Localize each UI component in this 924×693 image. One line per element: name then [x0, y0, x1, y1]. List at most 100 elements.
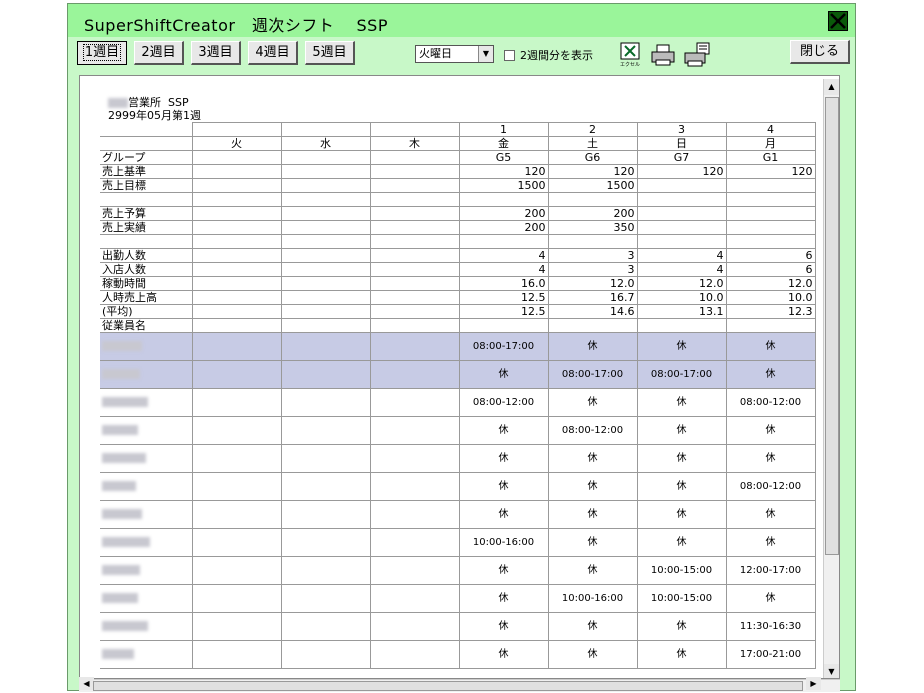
- scroll-down-icon[interactable]: ▼: [824, 664, 839, 678]
- scroll-right-icon[interactable]: ▶: [806, 677, 821, 690]
- shift-cell[interactable]: [369, 584, 460, 613]
- shift-cell[interactable]: 10:00-16:00: [547, 584, 638, 613]
- shift-cell[interactable]: 08:00-17:00: [458, 332, 549, 361]
- shift-cell[interactable]: [191, 640, 282, 669]
- shift-cell[interactable]: [191, 360, 282, 389]
- shift-cell[interactable]: 休: [725, 444, 816, 473]
- tab-week-4[interactable]: 4週目: [248, 41, 298, 65]
- horizontal-scrollbar[interactable]: ◀ ▶: [79, 677, 840, 692]
- shift-cell[interactable]: 休: [547, 500, 638, 529]
- vertical-scroll-thumb[interactable]: [825, 97, 839, 555]
- shift-cell[interactable]: [369, 612, 460, 641]
- shift-cell[interactable]: 12:00-17:00: [725, 556, 816, 585]
- print-icon[interactable]: [650, 42, 676, 68]
- chevron-down-icon[interactable]: ▼: [478, 46, 493, 62]
- shift-cell[interactable]: 休: [458, 500, 549, 529]
- shift-cell[interactable]: 休: [458, 472, 549, 501]
- shift-cell[interactable]: [369, 332, 460, 361]
- window-close-icon[interactable]: [828, 11, 848, 31]
- shift-cell[interactable]: 休: [547, 332, 638, 361]
- shift-cell[interactable]: 休: [636, 416, 727, 445]
- shift-cell[interactable]: [191, 612, 282, 641]
- shift-cell[interactable]: 10:00-15:00: [636, 556, 727, 585]
- scroll-up-icon[interactable]: ▲: [824, 79, 839, 95]
- shift-cell[interactable]: [280, 332, 371, 361]
- shift-cell[interactable]: 休: [547, 388, 638, 417]
- shift-cell[interactable]: [191, 500, 282, 529]
- shift-cell[interactable]: [280, 556, 371, 585]
- shift-cell[interactable]: [369, 416, 460, 445]
- shift-cell[interactable]: [369, 444, 460, 473]
- shift-cell[interactable]: [369, 640, 460, 669]
- horizontal-scroll-thumb[interactable]: [93, 681, 803, 691]
- excel-icon[interactable]: エクセル: [617, 42, 643, 68]
- shift-cell[interactable]: 休: [636, 444, 727, 473]
- shift-cell[interactable]: [280, 444, 371, 473]
- shift-cell[interactable]: 休: [547, 640, 638, 669]
- shift-cell[interactable]: 休: [725, 416, 816, 445]
- shift-cell[interactable]: [369, 556, 460, 585]
- shift-cell[interactable]: [280, 528, 371, 557]
- shift-cell[interactable]: 休: [547, 472, 638, 501]
- shift-cell[interactable]: 休: [725, 360, 816, 389]
- shift-cell[interactable]: [369, 528, 460, 557]
- shift-cell[interactable]: 10:00-15:00: [636, 584, 727, 613]
- shift-cell[interactable]: [369, 388, 460, 417]
- tab-week-2[interactable]: 2週目: [134, 41, 184, 65]
- shift-cell[interactable]: [280, 472, 371, 501]
- shift-cell[interactable]: 08:00-12:00: [458, 388, 549, 417]
- shift-cell[interactable]: 休: [458, 640, 549, 669]
- shift-cell[interactable]: 08:00-17:00: [547, 360, 638, 389]
- shift-cell[interactable]: 休: [547, 444, 638, 473]
- shift-cell[interactable]: [191, 528, 282, 557]
- shift-cell[interactable]: [191, 556, 282, 585]
- shift-cell[interactable]: 休: [458, 584, 549, 613]
- shift-cell[interactable]: 休: [636, 640, 727, 669]
- shift-cell[interactable]: [191, 472, 282, 501]
- two-week-checkbox[interactable]: [504, 50, 515, 61]
- shift-cell[interactable]: [280, 584, 371, 613]
- shift-cell[interactable]: [280, 416, 371, 445]
- shift-cell[interactable]: [369, 360, 460, 389]
- shift-cell[interactable]: 休: [547, 612, 638, 641]
- tab-week-3[interactable]: 3週目: [191, 41, 241, 65]
- shift-cell[interactable]: 08:00-17:00: [636, 360, 727, 389]
- shift-cell[interactable]: 10:00-16:00: [458, 528, 549, 557]
- shift-cell[interactable]: 休: [636, 500, 727, 529]
- shift-cell[interactable]: 休: [636, 528, 727, 557]
- shift-cell[interactable]: 休: [458, 556, 549, 585]
- shift-cell[interactable]: 休: [636, 472, 727, 501]
- shift-cell[interactable]: 休: [636, 332, 727, 361]
- shift-cell[interactable]: 休: [725, 332, 816, 361]
- close-button[interactable]: 閉じる: [790, 40, 850, 64]
- print-preview-icon[interactable]: [683, 42, 710, 68]
- shift-cell[interactable]: 休: [458, 444, 549, 473]
- shift-cell[interactable]: [280, 612, 371, 641]
- shift-cell[interactable]: 休: [636, 388, 727, 417]
- shift-cell[interactable]: [191, 416, 282, 445]
- shift-cell[interactable]: [369, 472, 460, 501]
- vertical-scrollbar[interactable]: ▲ ▼: [823, 79, 839, 678]
- shift-cell[interactable]: 休: [547, 556, 638, 585]
- shift-cell[interactable]: 17:00-21:00: [725, 640, 816, 669]
- shift-cell[interactable]: 休: [636, 612, 727, 641]
- shift-cell[interactable]: 休: [725, 584, 816, 613]
- shift-cell[interactable]: 08:00-12:00: [725, 388, 816, 417]
- shift-cell[interactable]: [191, 388, 282, 417]
- shift-cell[interactable]: 休: [458, 416, 549, 445]
- shift-cell[interactable]: 休: [458, 360, 549, 389]
- shift-cell[interactable]: 11:30-16:30: [725, 612, 816, 641]
- shift-cell[interactable]: [191, 444, 282, 473]
- shift-cell[interactable]: 休: [458, 612, 549, 641]
- shift-cell[interactable]: [369, 500, 460, 529]
- scroll-left-icon[interactable]: ◀: [79, 677, 94, 690]
- shift-cell[interactable]: 休: [547, 528, 638, 557]
- shift-cell[interactable]: [280, 360, 371, 389]
- shift-cell[interactable]: 08:00-12:00: [547, 416, 638, 445]
- shift-cell[interactable]: [280, 640, 371, 669]
- shift-cell[interactable]: 08:00-12:00: [725, 472, 816, 501]
- tab-week-1[interactable]: 1週目: [77, 41, 127, 65]
- tab-week-5[interactable]: 5週目: [305, 41, 355, 65]
- shift-cell[interactable]: 休: [725, 500, 816, 529]
- shift-cell[interactable]: [280, 500, 371, 529]
